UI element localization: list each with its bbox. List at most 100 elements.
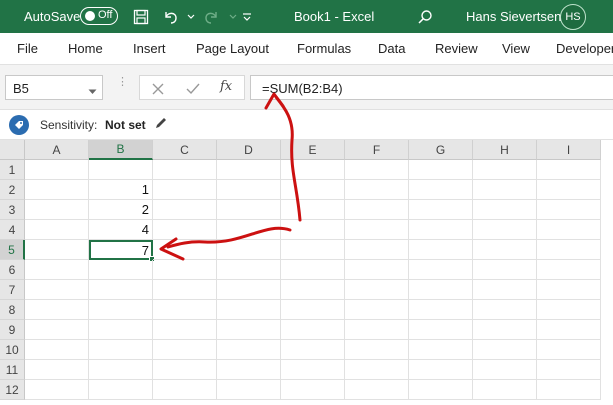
cell-d6[interactable] <box>217 260 281 280</box>
cell-g9[interactable] <box>409 320 473 340</box>
row-header-2[interactable]: 2 <box>0 180 25 200</box>
cell-c2[interactable] <box>153 180 217 200</box>
search-icon[interactable] <box>414 6 436 28</box>
customize-qat-icon[interactable] <box>236 6 258 28</box>
cell-f12[interactable] <box>345 380 409 400</box>
cell-f4[interactable] <box>345 220 409 240</box>
cell-f6[interactable] <box>345 260 409 280</box>
row-header-8[interactable]: 8 <box>0 300 25 320</box>
cell-g4[interactable] <box>409 220 473 240</box>
cell-b12[interactable] <box>89 380 153 400</box>
cancel-icon[interactable] <box>151 79 165 100</box>
cell-d2[interactable] <box>217 180 281 200</box>
cell-i8[interactable] <box>537 300 601 320</box>
cell-c1[interactable] <box>153 160 217 180</box>
tab-view[interactable]: View <box>502 41 530 56</box>
cell-g3[interactable] <box>409 200 473 220</box>
cell-b9[interactable] <box>89 320 153 340</box>
cell-h11[interactable] <box>473 360 537 380</box>
cell-b5[interactable]: 7 <box>89 240 153 260</box>
cell-i7[interactable] <box>537 280 601 300</box>
cell-c3[interactable] <box>153 200 217 220</box>
cell-b6[interactable] <box>89 260 153 280</box>
cell-i4[interactable] <box>537 220 601 240</box>
avatar[interactable]: HS <box>560 4 586 30</box>
row-header-3[interactable]: 3 <box>0 200 25 220</box>
cell-g5[interactable] <box>409 240 473 260</box>
column-header-c[interactable]: C <box>153 140 217 160</box>
tab-developer[interactable]: Developer <box>556 41 613 56</box>
cell-h5[interactable] <box>473 240 537 260</box>
row-header-7[interactable]: 7 <box>0 280 25 300</box>
column-header-e[interactable]: E <box>281 140 345 160</box>
cell-c8[interactable] <box>153 300 217 320</box>
cell-d10[interactable] <box>217 340 281 360</box>
cell-f11[interactable] <box>345 360 409 380</box>
cell-i6[interactable] <box>537 260 601 280</box>
cell-c5[interactable] <box>153 240 217 260</box>
cell-c7[interactable] <box>153 280 217 300</box>
column-header-i[interactable]: I <box>537 140 601 160</box>
column-header-d[interactable]: D <box>217 140 281 160</box>
column-header-f[interactable]: F <box>345 140 409 160</box>
cell-h1[interactable] <box>473 160 537 180</box>
cell-g11[interactable] <box>409 360 473 380</box>
cell-i11[interactable] <box>537 360 601 380</box>
cell-i9[interactable] <box>537 320 601 340</box>
cell-e2[interactable] <box>281 180 345 200</box>
cell-g7[interactable] <box>409 280 473 300</box>
row-header-5[interactable]: 5 <box>0 240 25 260</box>
cell-d5[interactable] <box>217 240 281 260</box>
cell-e4[interactable] <box>281 220 345 240</box>
row-header-11[interactable]: 11 <box>0 360 25 380</box>
cell-g12[interactable] <box>409 380 473 400</box>
cell-g10[interactable] <box>409 340 473 360</box>
cell-h12[interactable] <box>473 380 537 400</box>
row-header-12[interactable]: 12 <box>0 380 25 400</box>
cell-c4[interactable] <box>153 220 217 240</box>
cell-f9[interactable] <box>345 320 409 340</box>
cell-d12[interactable] <box>217 380 281 400</box>
undo-icon[interactable] <box>160 6 182 28</box>
cell-i3[interactable] <box>537 200 601 220</box>
cell-e6[interactable] <box>281 260 345 280</box>
cell-e11[interactable] <box>281 360 345 380</box>
sensitivity-value[interactable]: Not set <box>105 118 146 132</box>
autosave-toggle[interactable]: Off <box>80 7 118 25</box>
chevron-down-icon[interactable] <box>88 83 97 98</box>
cell-d1[interactable] <box>217 160 281 180</box>
cell-a3[interactable] <box>25 200 89 220</box>
spreadsheet-grid[interactable]: A B C D E F G H I 1 2 1 3 2 4 4 5 7 6 7 8 9 10 11 12 <box>0 140 613 405</box>
cell-b7[interactable] <box>89 280 153 300</box>
cell-b2[interactable]: 1 <box>89 180 153 200</box>
cell-h2[interactable] <box>473 180 537 200</box>
row-header-6[interactable]: 6 <box>0 260 25 280</box>
cell-d9[interactable] <box>217 320 281 340</box>
cell-g1[interactable] <box>409 160 473 180</box>
column-header-h[interactable]: H <box>473 140 537 160</box>
cell-h3[interactable] <box>473 200 537 220</box>
cell-e3[interactable] <box>281 200 345 220</box>
cell-a4[interactable] <box>25 220 89 240</box>
cell-f8[interactable] <box>345 300 409 320</box>
row-header-9[interactable]: 9 <box>0 320 25 340</box>
cell-f3[interactable] <box>345 200 409 220</box>
formula-input[interactable]: =SUM(B2:B4) <box>250 75 613 100</box>
cell-c6[interactable] <box>153 260 217 280</box>
column-header-a[interactable]: A <box>25 140 89 160</box>
cell-b8[interactable] <box>89 300 153 320</box>
column-header-b[interactable]: B <box>89 140 153 160</box>
redo-icon[interactable] <box>200 6 222 28</box>
cell-h7[interactable] <box>473 280 537 300</box>
cell-e12[interactable] <box>281 380 345 400</box>
cell-h4[interactable] <box>473 220 537 240</box>
cell-b3[interactable]: 2 <box>89 200 153 220</box>
cell-f5[interactable] <box>345 240 409 260</box>
cell-a5[interactable] <box>25 240 89 260</box>
cell-f1[interactable] <box>345 160 409 180</box>
cell-a8[interactable] <box>25 300 89 320</box>
undo-dropdown-icon[interactable] <box>180 6 202 28</box>
cell-d3[interactable] <box>217 200 281 220</box>
resize-handle-icon[interactable]: ⋮ <box>117 77 128 88</box>
cell-c12[interactable] <box>153 380 217 400</box>
